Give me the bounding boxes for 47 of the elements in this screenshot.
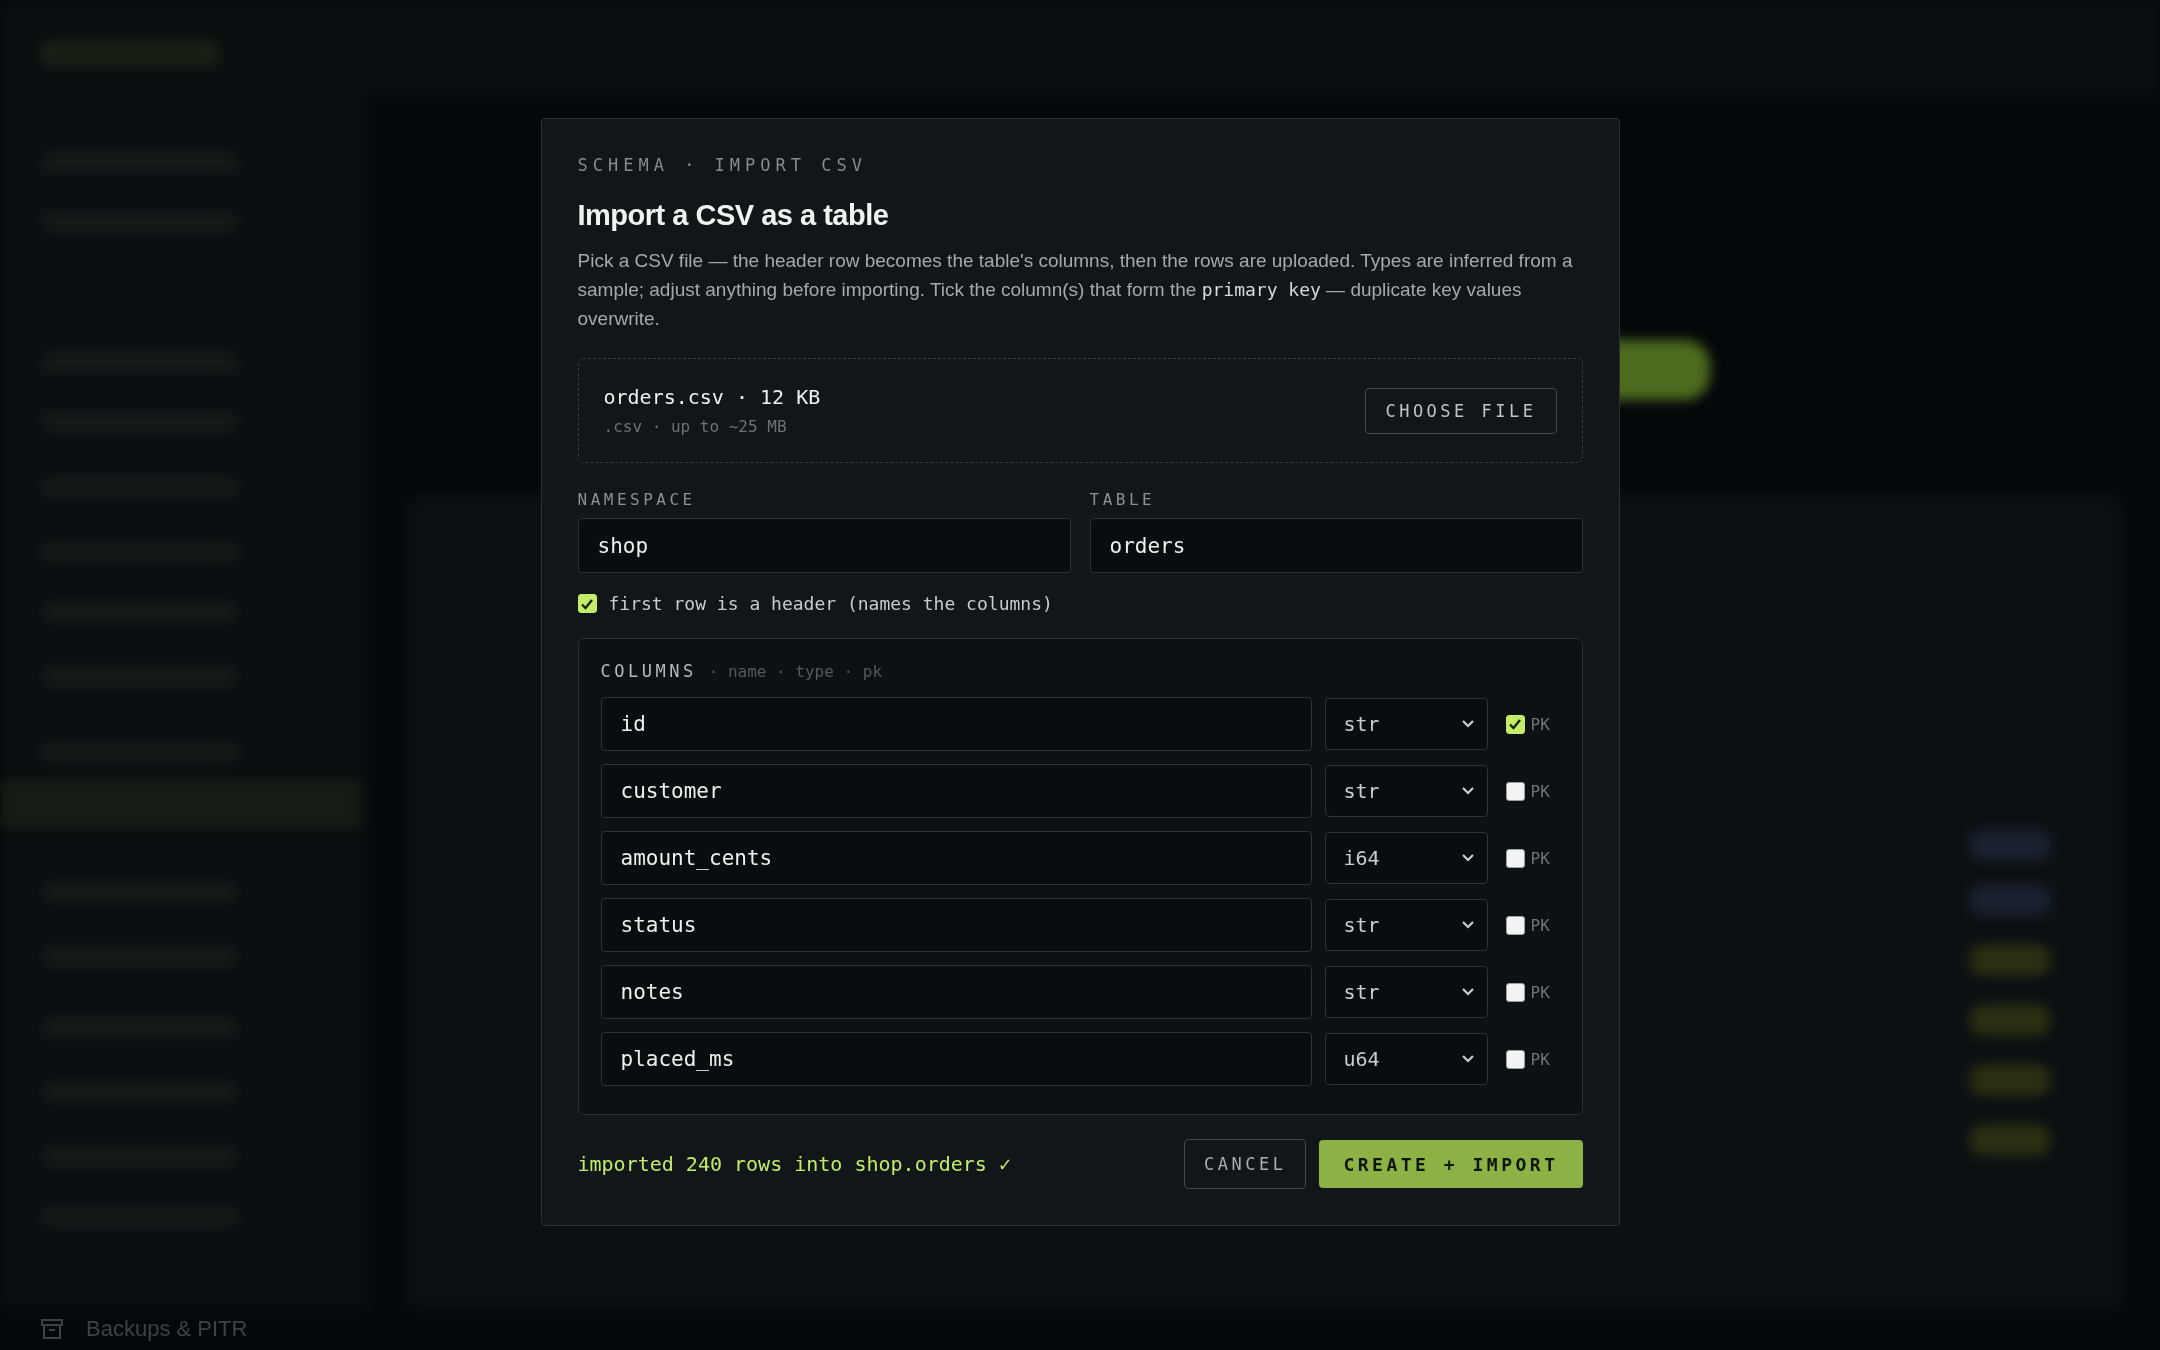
cancel-button[interactable]: CANCEL: [1184, 1139, 1307, 1189]
type-select[interactable]: i64: [1324, 832, 1488, 884]
type-select[interactable]: str: [1324, 899, 1488, 951]
checkbox[interactable]: [1505, 1049, 1525, 1069]
chevron-icon: [1460, 920, 1475, 930]
type-select[interactable]: str: [1324, 698, 1488, 750]
field-label: TABLE: [1089, 490, 1157, 509]
dialog-description: Pick a CSV file — the header row becomes the table's columns, then the rows are uploaded. Types are inferred from a sample; adjust anything before importing. Tick the column(s) that form the primary key — duplicate key values overwrite.: [577, 249, 1574, 331]
checkbox[interactable]: [1505, 915, 1525, 935]
chevron-icon: [1460, 987, 1475, 997]
archive-icon: [40, 1318, 64, 1340]
checkbox[interactable]: [1505, 982, 1525, 1002]
create-import-button[interactable]: CREATE + IMPORT: [1319, 1140, 1583, 1188]
pk-label: PK: [1530, 714, 1550, 734]
chevron-icon: [1460, 853, 1475, 863]
dialog-title: Import a CSV as a table: [577, 199, 890, 232]
pk-label: PK: [1530, 1049, 1550, 1069]
columns-title: COLUMNS: [600, 661, 697, 681]
chevron-icon: [1460, 1054, 1475, 1064]
text-field[interactable]: orders: [1089, 518, 1583, 573]
column-name-field[interactable]: id: [600, 697, 1312, 751]
file-hint: .csv · up to ~25 MB: [603, 417, 788, 436]
pk-label: PK: [1530, 915, 1550, 935]
pk-label: PK: [1530, 848, 1550, 868]
column-name-field[interactable]: placed_ms: [600, 1032, 1312, 1086]
type-select[interactable]: u64: [1324, 1033, 1488, 1085]
checkbox[interactable]: [1505, 848, 1525, 868]
columns-subtitle: · name · type · pk: [708, 662, 883, 681]
field-label: NAMESPACE: [577, 490, 697, 509]
status-message: imported 240 rows into shop.orders ✓: [577, 1152, 1012, 1176]
checkbox[interactable]: [1505, 781, 1525, 801]
checkbox-label: first row is a header (names the columns): [608, 593, 1053, 614]
choose-file-button[interactable]: CHOOSE FILE: [1365, 387, 1557, 434]
column-name-field[interactable]: status: [600, 898, 1312, 952]
file-drop-zone[interactable]: orders.csv · 12 KB .csv · up to ~25 MB CHOOSE FILE: [577, 358, 1583, 463]
chevron-icon: [1460, 719, 1475, 729]
column-name-field[interactable]: notes: [600, 965, 1312, 1019]
text-field[interactable]: shop: [577, 518, 1071, 573]
type-select[interactable]: str: [1324, 966, 1488, 1018]
chevron-icon: [1460, 786, 1475, 796]
dialog-eyebrow: SCHEMA · IMPORT CSV: [577, 155, 868, 175]
column-name-field[interactable]: amount_cents: [600, 831, 1312, 885]
column-name-field[interactable]: customer: [600, 764, 1312, 818]
file-name: orders.csv · 12 KB: [603, 385, 821, 409]
pk-label: PK: [1530, 781, 1550, 801]
pk-label: PK: [1530, 982, 1550, 1002]
type-select[interactable]: str: [1324, 765, 1488, 817]
